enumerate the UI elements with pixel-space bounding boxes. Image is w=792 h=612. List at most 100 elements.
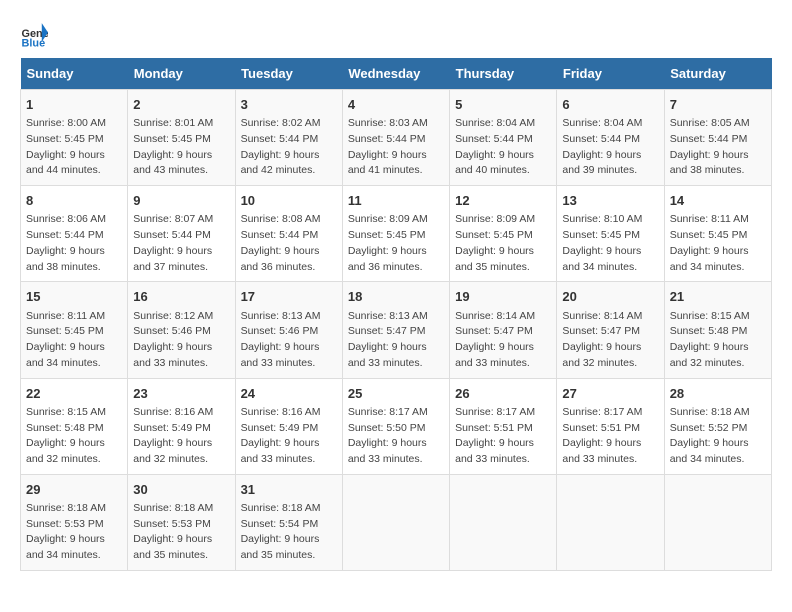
day-number: 6 (562, 96, 658, 114)
day-number: 1 (26, 96, 122, 114)
weekday-header-saturday: Saturday (664, 58, 771, 90)
calendar-cell: 3Sunrise: 8:02 AMSunset: 5:44 PMDaylight… (235, 90, 342, 186)
day-info: Sunrise: 8:17 AMSunset: 5:51 PMDaylight:… (562, 406, 642, 465)
day-number: 26 (455, 385, 551, 403)
day-info: Sunrise: 8:17 AMSunset: 5:51 PMDaylight:… (455, 406, 535, 465)
day-info: Sunrise: 8:18 AMSunset: 5:54 PMDaylight:… (241, 502, 321, 561)
calendar-cell: 31Sunrise: 8:18 AMSunset: 5:54 PMDayligh… (235, 474, 342, 570)
calendar-cell: 30 Sunrise: 8:18 AMSunset: 5:53 PMDayligh… (128, 474, 235, 570)
calendar-cell: 1 Sunrise: 8:00 AMSunset: 5:45 PMDaylight… (21, 90, 128, 186)
day-number: 25 (348, 385, 444, 403)
day-info: Sunrise: 8:09 AMSunset: 5:45 PMDaylight:… (348, 213, 428, 272)
calendar-cell: 25 Sunrise: 8:17 AMSunset: 5:50 PMDayligh… (342, 378, 449, 474)
day-number: 14 (670, 192, 766, 210)
calendar-cell: 13Sunrise: 8:10 AMSunset: 5:45 PMDayligh… (557, 186, 664, 282)
calendar-week-2: 8 Sunrise: 8:06 AMSunset: 5:44 PMDaylight… (21, 186, 772, 282)
day-number: 21 (670, 288, 766, 306)
day-info: Sunrise: 8:14 AMSunset: 5:47 PMDaylight:… (455, 310, 535, 369)
day-number: 18 (348, 288, 444, 306)
day-info: Sunrise: 8:00 AMSunset: 5:45 PMDaylight:… (26, 117, 106, 176)
day-info: Sunrise: 8:11 AMSunset: 5:45 PMDaylight:… (26, 310, 105, 369)
calendar-cell: 6 Sunrise: 8:04 AMSunset: 5:44 PMDaylight… (557, 90, 664, 186)
day-number: 17 (241, 288, 337, 306)
calendar-cell: 19 Sunrise: 8:14 AMSunset: 5:47 PMDayligh… (450, 282, 557, 378)
calendar-cell: 12Sunrise: 8:09 AMSunset: 5:45 PMDayligh… (450, 186, 557, 282)
calendar-table: SundayMondayTuesdayWednesdayThursdayFrid… (20, 58, 772, 571)
day-info: Sunrise: 8:18 AMSunset: 5:53 PMDaylight:… (133, 502, 213, 561)
calendar-cell: 5 Sunrise: 8:04 AMSunset: 5:44 PMDaylight… (450, 90, 557, 186)
calendar-cell: 21Sunrise: 8:15 AMSunset: 5:48 PMDayligh… (664, 282, 771, 378)
calendar-week-4: 22 Sunrise: 8:15 AMSunset: 5:48 PMDayligh… (21, 378, 772, 474)
day-number: 13 (562, 192, 658, 210)
day-info: Sunrise: 8:04 AMSunset: 5:44 PMDaylight:… (562, 117, 642, 176)
calendar-cell: 26 Sunrise: 8:17 AMSunset: 5:51 PMDayligh… (450, 378, 557, 474)
day-number: 5 (455, 96, 551, 114)
calendar-cell: 20Sunrise: 8:14 AMSunset: 5:47 PMDayligh… (557, 282, 664, 378)
calendar-cell: 16 Sunrise: 8:12 AMSunset: 5:46 PMDayligh… (128, 282, 235, 378)
day-info: Sunrise: 8:18 AMSunset: 5:53 PMDaylight:… (26, 502, 106, 561)
weekday-header-friday: Friday (557, 58, 664, 90)
calendar-cell: 9 Sunrise: 8:07 AMSunset: 5:44 PMDaylight… (128, 186, 235, 282)
day-info: Sunrise: 8:13 AMSunset: 5:46 PMDaylight:… (241, 310, 321, 369)
day-info: Sunrise: 8:05 AMSunset: 5:44 PMDaylight:… (670, 117, 750, 176)
calendar-cell: 29 Sunrise: 8:18 AMSunset: 5:53 PMDayligh… (21, 474, 128, 570)
weekday-header-wednesday: Wednesday (342, 58, 449, 90)
day-info: Sunrise: 8:16 AMSunset: 5:49 PMDaylight:… (133, 406, 213, 465)
day-info: Sunrise: 8:03 AMSunset: 5:44 PMDaylight:… (348, 117, 428, 176)
weekday-header-sunday: Sunday (21, 58, 128, 90)
day-number: 28 (670, 385, 766, 403)
logo-icon: General Blue (20, 20, 48, 48)
calendar-cell: 11Sunrise: 8:09 AMSunset: 5:45 PMDayligh… (342, 186, 449, 282)
weekday-header-thursday: Thursday (450, 58, 557, 90)
calendar-cell (664, 474, 771, 570)
calendar-cell: 27 Sunrise: 8:17 AMSunset: 5:51 PMDayligh… (557, 378, 664, 474)
day-number: 20 (562, 288, 658, 306)
day-info: Sunrise: 8:17 AMSunset: 5:50 PMDaylight:… (348, 406, 428, 465)
calendar-cell: 22 Sunrise: 8:15 AMSunset: 5:48 PMDayligh… (21, 378, 128, 474)
day-number: 22 (26, 385, 122, 403)
weekday-header-tuesday: Tuesday (235, 58, 342, 90)
day-info: Sunrise: 8:08 AMSunset: 5:44 PMDaylight:… (241, 213, 321, 272)
day-info: Sunrise: 8:11 AMSunset: 5:45 PMDaylight:… (670, 213, 749, 272)
day-info: Sunrise: 8:07 AMSunset: 5:44 PMDaylight:… (133, 213, 213, 272)
day-info: Sunrise: 8:04 AMSunset: 5:44 PMDaylight:… (455, 117, 535, 176)
day-number: 24 (241, 385, 337, 403)
day-info: Sunrise: 8:09 AMSunset: 5:45 PMDaylight:… (455, 213, 535, 272)
day-number: 19 (455, 288, 551, 306)
day-number: 23 (133, 385, 229, 403)
day-info: Sunrise: 8:12 AMSunset: 5:46 PMDaylight:… (133, 310, 213, 369)
day-number: 29 (26, 481, 122, 499)
calendar-cell (342, 474, 449, 570)
calendar-cell: 7 Sunrise: 8:05 AMSunset: 5:44 PMDaylight… (664, 90, 771, 186)
calendar-week-5: 29 Sunrise: 8:18 AMSunset: 5:53 PMDayligh… (21, 474, 772, 570)
svg-text:Blue: Blue (22, 37, 46, 48)
day-info: Sunrise: 8:01 AMSunset: 5:45 PMDaylight:… (133, 117, 213, 176)
day-number: 2 (133, 96, 229, 114)
calendar-cell: 17 Sunrise: 8:13 AMSunset: 5:46 PMDayligh… (235, 282, 342, 378)
calendar-cell (557, 474, 664, 570)
calendar-week-3: 15Sunrise: 8:11 AMSunset: 5:45 PMDayligh… (21, 282, 772, 378)
day-info: Sunrise: 8:15 AMSunset: 5:48 PMDaylight:… (26, 406, 106, 465)
day-number: 4 (348, 96, 444, 114)
day-number: 3 (241, 96, 337, 114)
weekday-header-monday: Monday (128, 58, 235, 90)
day-number: 8 (26, 192, 122, 210)
calendar-cell: 18Sunrise: 8:13 AMSunset: 5:47 PMDayligh… (342, 282, 449, 378)
calendar-cell: 14 Sunrise: 8:11 AMSunset: 5:45 PMDayligh… (664, 186, 771, 282)
day-info: Sunrise: 8:06 AMSunset: 5:44 PMDaylight:… (26, 213, 106, 272)
calendar-cell: 4 Sunrise: 8:03 AMSunset: 5:44 PMDaylight… (342, 90, 449, 186)
day-number: 9 (133, 192, 229, 210)
day-number: 10 (241, 192, 337, 210)
day-number: 30 (133, 481, 229, 499)
day-number: 27 (562, 385, 658, 403)
calendar-cell: 2 Sunrise: 8:01 AMSunset: 5:45 PMDaylight… (128, 90, 235, 186)
day-number: 7 (670, 96, 766, 114)
header: General Blue (20, 20, 772, 48)
day-number: 16 (133, 288, 229, 306)
weekday-header-row: SundayMondayTuesdayWednesdayThursdayFrid… (21, 58, 772, 90)
calendar-cell: 24Sunrise: 8:16 AMSunset: 5:49 PMDayligh… (235, 378, 342, 474)
logo: General Blue (20, 20, 48, 48)
calendar-cell: 15Sunrise: 8:11 AMSunset: 5:45 PMDayligh… (21, 282, 128, 378)
calendar-week-1: 1 Sunrise: 8:00 AMSunset: 5:45 PMDaylight… (21, 90, 772, 186)
calendar-cell: 8 Sunrise: 8:06 AMSunset: 5:44 PMDaylight… (21, 186, 128, 282)
